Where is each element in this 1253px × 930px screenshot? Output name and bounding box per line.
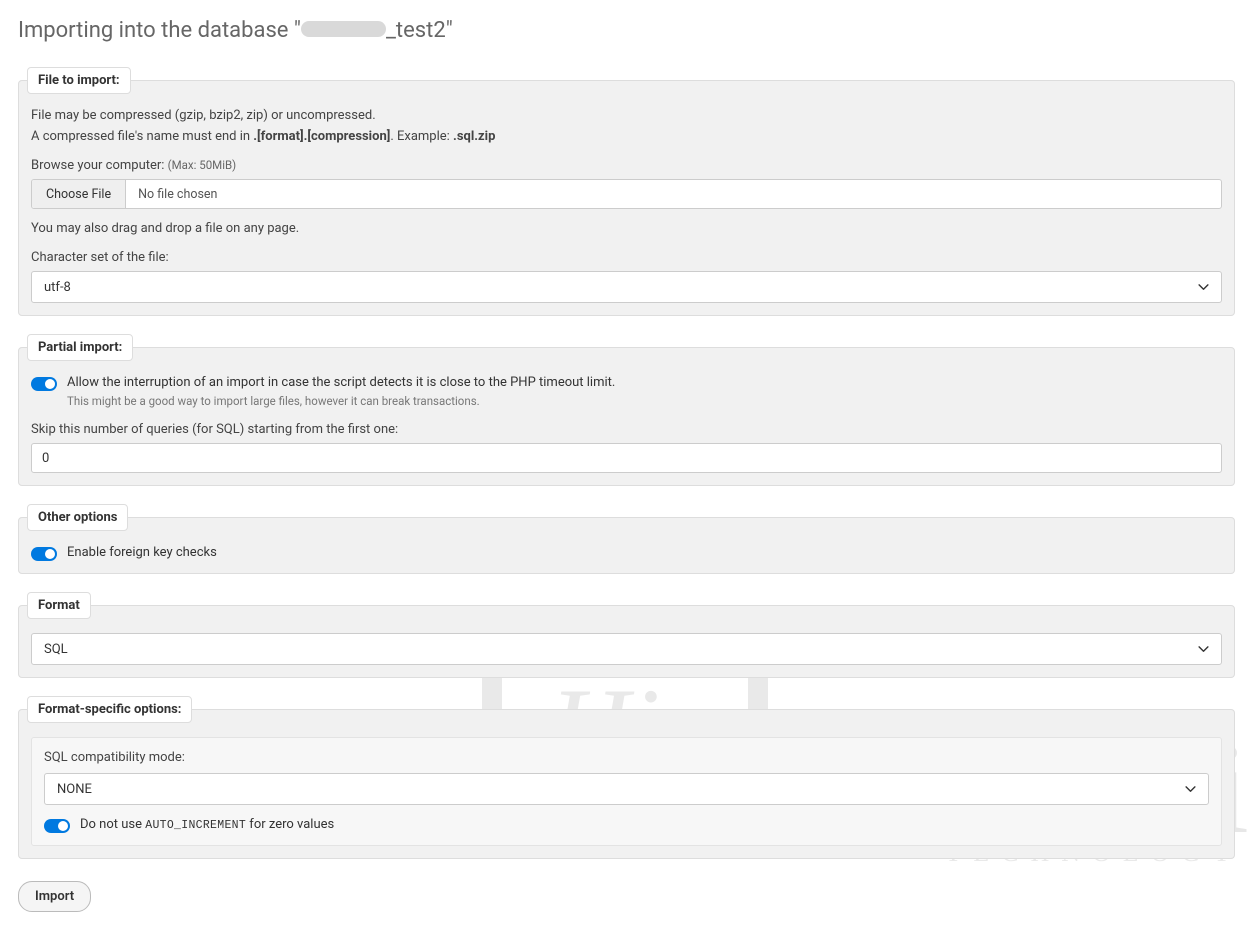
compressed-hint: File may be compressed (gzip, bzip2, zip… <box>31 108 1222 123</box>
compressed-name-pattern: .[format].[compression] <box>253 129 390 144</box>
charset-select[interactable]: utf-8 <box>32 272 1221 302</box>
allow-interrupt-label-block: Allow the interruption of an import in c… <box>67 375 1222 408</box>
other-options-section: Other options Enable foreign key checks <box>18 504 1235 574</box>
drag-drop-hint: You may also drag and drop a file on any… <box>31 221 1222 236</box>
format-select-wrapper[interactable]: SQL <box>31 633 1222 665</box>
format-legend: Format <box>27 592 91 619</box>
no-autoinc-label-block: Do not use AUTO_INCREMENT for zero value… <box>80 817 1209 832</box>
format-specific-section: Format-specific options: SQL compatibili… <box>18 696 1235 859</box>
no-autoinc-suffix: for zero values <box>246 817 334 832</box>
browse-max: (Max: 50MiB) <box>168 158 237 172</box>
sql-options-panel: SQL compatibility mode: NONE Do not use … <box>31 737 1222 846</box>
foreign-key-label: Enable foreign key checks <box>67 545 1222 560</box>
allow-interrupt-toggle[interactable] <box>31 377 57 391</box>
sql-compat-select[interactable]: NONE <box>45 774 1208 804</box>
toggle-slider <box>31 547 57 561</box>
allow-interrupt-sublabel: This might be a good way to import large… <box>67 394 1222 408</box>
partial-import-section: Partial import: Allow the interruption o… <box>18 334 1235 486</box>
allow-interrupt-row: Allow the interruption of an import in c… <box>31 375 1222 408</box>
redacted-db-name <box>301 21 386 37</box>
page-title-suffix: _test2" <box>386 18 453 43</box>
compressed-name-example: .sql.zip <box>453 129 495 144</box>
no-autoinc-mono: AUTO_INCREMENT <box>145 819 246 832</box>
no-autoinc-prefix: Do not use <box>80 817 145 832</box>
choose-file-button[interactable]: Choose File <box>32 180 126 208</box>
file-input[interactable]: Choose File No file chosen <box>31 179 1222 209</box>
sql-compat-label: SQL compatibility mode: <box>44 750 1209 765</box>
format-specific-legend: Format-specific options: <box>27 696 192 723</box>
toggle-slider <box>31 377 57 391</box>
format-section: Format SQL <box>18 592 1235 678</box>
skip-queries-input[interactable] <box>31 443 1222 473</box>
browse-label: Browse your computer: <box>31 158 168 173</box>
sql-compat-select-wrapper[interactable]: NONE <box>44 773 1209 805</box>
charset-label: Character set of the file: <box>31 250 1222 265</box>
partial-import-legend: Partial import: <box>27 334 133 361</box>
page-title: Importing into the database " _test2" <box>18 18 1235 43</box>
foreign-key-toggle[interactable] <box>31 547 57 561</box>
browse-label-row: Browse your computer: (Max: 50MiB) <box>31 158 1222 173</box>
import-button[interactable]: Import <box>18 881 91 912</box>
page-title-prefix: Importing into the database " <box>18 18 301 43</box>
allow-interrupt-label: Allow the interruption of an import in c… <box>67 375 1222 390</box>
skip-queries-label: Skip this number of queries (for SQL) st… <box>31 422 1222 437</box>
file-to-import-legend: File to import: <box>27 67 131 94</box>
file-chosen-status: No file chosen <box>126 180 229 208</box>
no-autoinc-toggle[interactable] <box>44 819 70 833</box>
file-to-import-section: File to import: File may be compressed (… <box>18 67 1235 316</box>
compressed-name-mid: . Example: <box>390 129 453 144</box>
toggle-slider <box>44 819 70 833</box>
compressed-name-prefix: A compressed file's name must end in <box>31 129 253 144</box>
fk-label-block: Enable foreign key checks <box>67 545 1222 560</box>
other-options-legend: Other options <box>27 504 128 531</box>
format-select[interactable]: SQL <box>32 634 1221 664</box>
charset-select-wrapper[interactable]: utf-8 <box>31 271 1222 303</box>
no-autoinc-row: Do not use AUTO_INCREMENT for zero value… <box>44 817 1209 833</box>
compressed-name-hint: A compressed file's name must end in .[f… <box>31 129 1222 144</box>
fk-row: Enable foreign key checks <box>31 545 1222 561</box>
no-autoinc-label: Do not use AUTO_INCREMENT for zero value… <box>80 817 1209 832</box>
